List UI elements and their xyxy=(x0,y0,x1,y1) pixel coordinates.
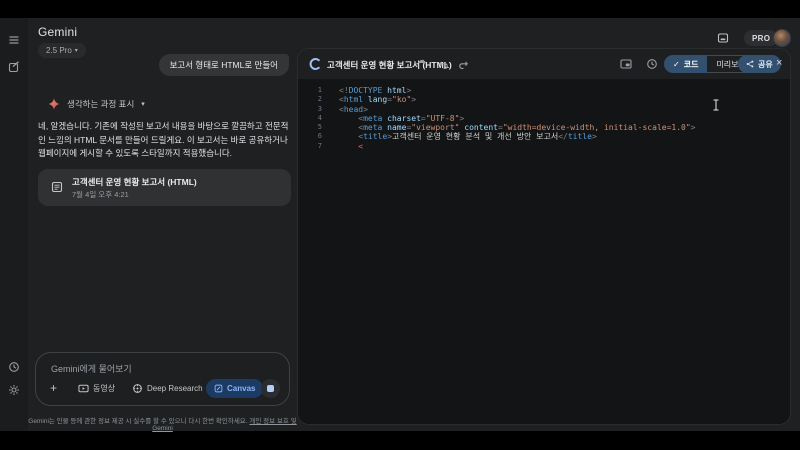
share-label: 공유 xyxy=(758,59,773,70)
line-number: 5 xyxy=(306,123,322,132)
cloud-save-icon: ☁ xyxy=(417,56,429,68)
text-cursor xyxy=(712,99,720,111)
tool-video-label: 동영상 xyxy=(93,383,115,394)
deep-research-icon xyxy=(132,383,143,394)
code-line: 7 < xyxy=(306,142,790,151)
tab-code[interactable]: ✓ 코드 xyxy=(664,55,707,73)
thinking-toggle[interactable]: 생각하는 과정 표시 ▾ xyxy=(48,98,145,110)
video-icon xyxy=(78,383,89,394)
history-icon[interactable] xyxy=(8,361,20,373)
new-chat-icon[interactable] xyxy=(8,61,20,73)
gemini-app: Gemini 2.5 Pro ▾ PRO 보고서 형태로 HTML로 만들어 생… xyxy=(0,18,800,431)
gemini-spark-icon xyxy=(48,98,60,110)
tab-code-label: 코드 xyxy=(684,59,699,70)
line-number: 4 xyxy=(306,114,322,123)
tool-canvas[interactable]: Canvas xyxy=(206,379,263,398)
tool-canvas-label: Canvas xyxy=(227,384,255,393)
disclaimer-text: Gemini는 인물 등에 관한 정보 제공 시 실수를 할 수 있으니 다시 … xyxy=(28,418,249,425)
sidebar xyxy=(0,18,28,431)
share-icon xyxy=(746,60,754,68)
composer[interactable]: Gemini에게 물어보기 + 동영상 xyxy=(35,352,290,406)
chat-column: 보고서 형태로 HTML로 만들어 생각하는 과정 표시 ▾ 네, 알겠습니다.… xyxy=(28,18,297,431)
add-button[interactable]: + xyxy=(50,381,57,395)
line-number: 2 xyxy=(306,95,322,104)
composer-placeholder: Gemini에게 물어보기 xyxy=(51,362,132,375)
artifact-card[interactable]: 고객센터 운영 현황 보고서 (HTML) 7월 4일 오후 4:21 xyxy=(38,169,291,206)
code-editor[interactable]: 1<!DOCTYPE html>2<html lang="ko">3<head>… xyxy=(298,79,790,425)
pro-badge-label: PRO xyxy=(752,34,770,43)
version-history-icon[interactable] xyxy=(646,58,658,70)
share-button[interactable]: 공유 xyxy=(738,55,781,73)
undo-icon[interactable] xyxy=(438,58,450,70)
artifact-title: 고객센터 운영 현황 보고서 (HTML) xyxy=(72,176,197,188)
thinking-label: 생각하는 과정 표시 xyxy=(67,98,134,110)
open-in-window-icon[interactable] xyxy=(620,58,632,70)
canvas-title: 고객센터 운영 현황 보고서 (HTML) xyxy=(327,59,452,71)
stop-button[interactable] xyxy=(261,379,280,398)
line-number: 6 xyxy=(306,132,322,141)
screen: Gemini 2.5 Pro ▾ PRO 보고서 형태로 HTML로 만들어 생… xyxy=(0,0,800,450)
tool-video[interactable]: 동영상 xyxy=(78,379,115,398)
canvas-icon xyxy=(214,384,223,393)
code-lines: 1<!DOCTYPE html>2<html lang="ko">3<head>… xyxy=(306,86,790,151)
line-number: 1 xyxy=(306,86,322,95)
close-icon[interactable]: × xyxy=(776,56,782,70)
apps-icon[interactable] xyxy=(717,32,729,44)
canvas-header: 고객센터 운영 현황 보고서 (HTML) ☁ xyxy=(298,49,790,79)
document-icon xyxy=(51,181,63,193)
settings-icon[interactable] xyxy=(8,384,20,396)
line-number: 3 xyxy=(306,105,322,114)
code-line: 1<!DOCTYPE html> xyxy=(306,86,790,95)
user-message: 보고서 형태로 HTML로 만들어 xyxy=(159,54,289,76)
canvas-panel: 고객센터 운영 현황 보고서 (HTML) ☁ xyxy=(297,48,791,425)
menu-icon[interactable] xyxy=(8,34,20,46)
code-line: 6 <title>고객센터 운영 현황 분석 및 개선 방안 보고서</titl… xyxy=(306,132,790,141)
disclaimer: Gemini는 인물 등에 관한 정보 제공 시 실수를 할 수 있으니 다시 … xyxy=(28,415,297,432)
line-number: 7 xyxy=(306,142,322,151)
redo-icon[interactable] xyxy=(457,58,469,70)
chevron-down-icon: ▾ xyxy=(141,100,145,108)
canvas-logo-icon xyxy=(308,57,322,71)
code-line: 4 <meta charset="UTF-8"> xyxy=(306,114,790,123)
tool-deep-research-label: Deep Research xyxy=(147,384,203,393)
tool-deep-research[interactable]: Deep Research xyxy=(132,379,203,398)
composer-tools: + 동영상 xyxy=(36,379,289,398)
avatar[interactable] xyxy=(773,29,791,47)
check-icon: ✓ xyxy=(673,60,680,69)
assistant-response: 네, 알겠습니다. 기존에 작성된 보고서 내용을 바탕으로 깔끔하고 전문적인… xyxy=(38,120,291,161)
artifact-timestamp: 7월 4일 오후 4:21 xyxy=(72,189,129,200)
